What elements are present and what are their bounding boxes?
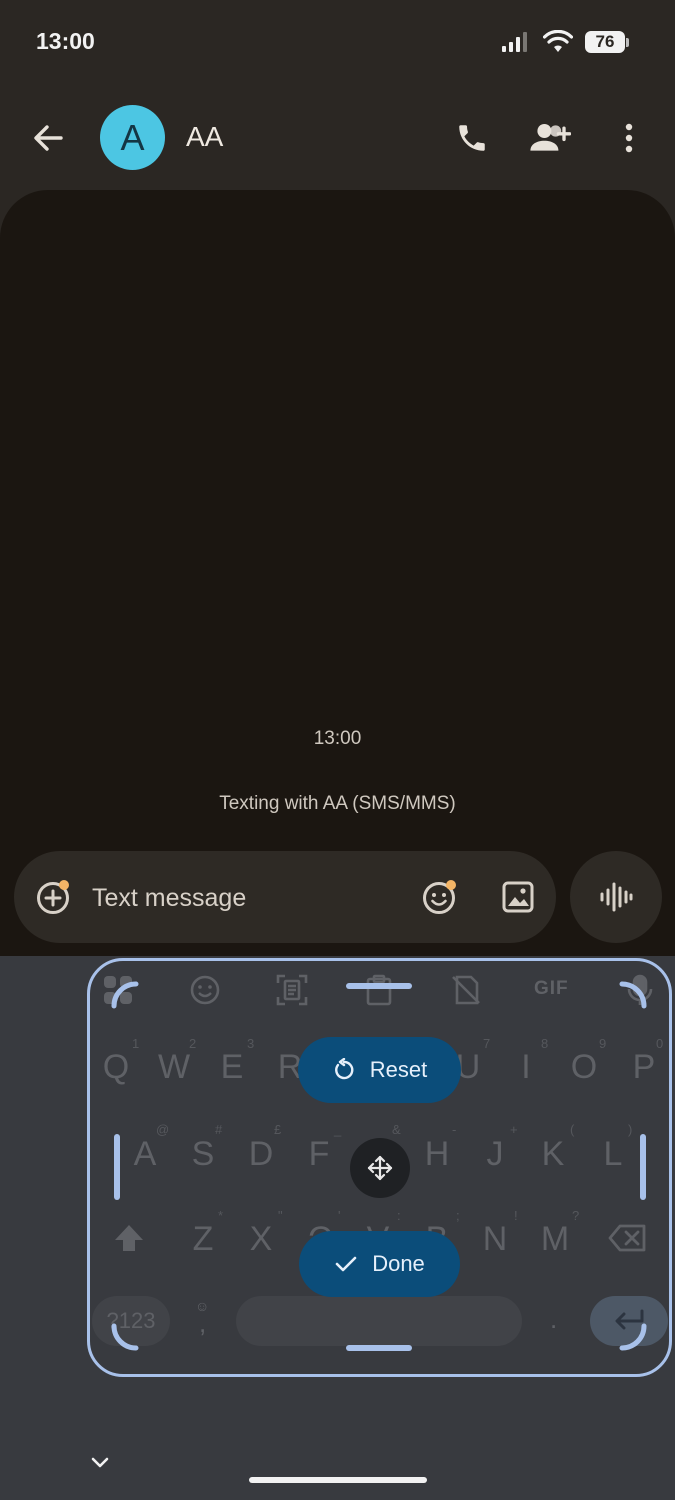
resize-handle-top-right[interactable]	[618, 980, 648, 1010]
conversation-info: Texting with AA (SMS/MMS)	[219, 793, 456, 814]
back-button[interactable]	[26, 116, 70, 160]
reset-button[interactable]: Reset	[298, 1037, 461, 1103]
add-contact-button[interactable]	[528, 116, 572, 160]
battery-level: 76	[585, 31, 625, 53]
reset-label: Reset	[369, 1057, 428, 1082]
resize-handle-right[interactable]	[640, 1134, 646, 1200]
done-label: Done	[372, 1251, 425, 1276]
phone-icon	[459, 125, 485, 151]
resize-handle-bottom-right[interactable]	[618, 1322, 648, 1352]
avatar-letter: A	[120, 116, 145, 158]
done-button[interactable]: Done	[299, 1231, 460, 1297]
battery-icon: 76	[585, 31, 629, 53]
emoji-icon	[423, 880, 456, 914]
check-icon	[335, 1256, 357, 1272]
home-indicator[interactable]	[249, 1477, 427, 1483]
chevron-down-icon	[91, 1457, 109, 1468]
status-time: 13:00	[36, 28, 95, 54]
reset-icon	[334, 1058, 354, 1080]
attach-button[interactable]	[34, 877, 74, 917]
more-vert-icon	[625, 123, 633, 153]
message-timestamp: 13:00	[313, 728, 362, 749]
resize-handle-top[interactable]	[346, 983, 412, 989]
more-options-button[interactable]	[607, 116, 651, 160]
emoji-button[interactable]	[420, 877, 460, 917]
resize-handle-top-left[interactable]	[110, 980, 140, 1010]
hide-keyboard-button[interactable]	[82, 1444, 118, 1480]
move-icon	[367, 1155, 393, 1181]
signal-icon	[502, 32, 527, 52]
resize-handle-bottom-left[interactable]	[110, 1322, 140, 1352]
contact-name[interactable]: AA	[186, 121, 223, 153]
gallery-button[interactable]	[498, 877, 538, 917]
contact-avatar[interactable]: A	[100, 105, 165, 170]
resize-handle-left[interactable]	[114, 1134, 120, 1200]
resize-handle-bottom[interactable]	[346, 1345, 412, 1351]
wifi-icon	[543, 30, 573, 52]
image-icon	[502, 881, 534, 913]
call-button[interactable]	[450, 116, 494, 160]
add-circle-icon	[37, 880, 69, 914]
message-input[interactable]	[92, 882, 392, 914]
status-icons: 76	[501, 30, 629, 54]
move-keyboard-button[interactable]	[350, 1138, 410, 1198]
back-arrow-icon	[34, 125, 63, 151]
voice-wave-icon	[600, 882, 633, 912]
add-contact-icon	[530, 124, 571, 151]
voice-message-button[interactable]	[570, 851, 662, 943]
